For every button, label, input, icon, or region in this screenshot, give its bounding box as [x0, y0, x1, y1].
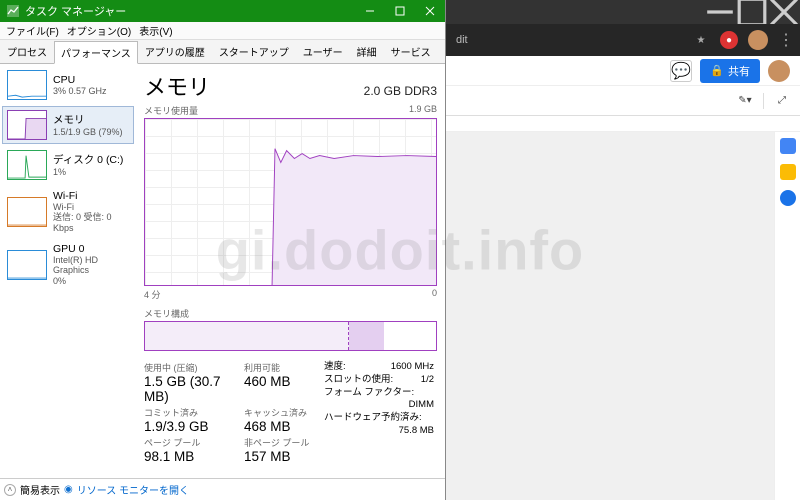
composition-label: メモリ構成	[144, 307, 437, 320]
sidebar-item-memory[interactable]: メモリ1.5/1.9 GB (79%)	[2, 106, 134, 144]
tab-details[interactable]: 詳細	[350, 40, 384, 63]
perf-main: メモリ 2.0 GB DDR3 メモリ使用量 1.9 GB 4 分 0 メモリ構…	[136, 64, 445, 478]
expand-icon[interactable]: ⤢	[772, 91, 792, 111]
stat-nonpaged: 157 MB	[244, 449, 324, 464]
gpu-sparkline	[7, 250, 47, 280]
menu-view[interactable]: 表示(V)	[135, 23, 176, 38]
stat-cached: 468 MB	[244, 419, 324, 434]
browser-avatar[interactable]	[748, 30, 768, 50]
comments-icon[interactable]: 💬	[670, 60, 692, 82]
share-label: 共有	[728, 63, 750, 79]
tab-label-fragment: dit	[456, 34, 468, 46]
resource-monitor-icon: ◉	[64, 484, 73, 495]
fewer-details-button[interactable]: 簡易表示	[20, 482, 60, 497]
wifi-sparkline	[7, 197, 47, 227]
stat-committed: 1.9/3.9 GB	[144, 419, 244, 434]
menu-options[interactable]: オプション(O)	[63, 23, 135, 38]
chart-label-usage: メモリ使用量	[144, 104, 198, 117]
stat-formfactor: DIMM	[409, 399, 434, 412]
close-icon[interactable]	[415, 0, 445, 22]
stat-speed: 1600 MHz	[391, 361, 434, 374]
stats-grid: 使用中 (圧縮)1.5 GB (30.7 MB) 利用可能460 MB 速度: …	[144, 361, 437, 464]
memory-usage-chart	[144, 118, 437, 286]
disk-sparkline	[7, 150, 47, 180]
sidebar-item-wifi[interactable]: Wi-FiWi-Fi 送信: 0 受信: 0 Kbps	[2, 186, 134, 237]
extension-icon[interactable]: ●	[720, 31, 738, 49]
titlebar[interactable]: タスク マネージャー	[0, 0, 445, 22]
task-manager-window: タスク マネージャー ファイル(F) オプション(O) 表示(V) プロセス パ…	[0, 0, 446, 500]
tab-processes[interactable]: プロセス	[0, 40, 54, 63]
tab-users[interactable]: ユーザー	[296, 40, 350, 63]
calendar-icon[interactable]	[780, 138, 796, 154]
cpu-sparkline	[7, 70, 47, 100]
stat-slots: 1/2	[421, 374, 434, 387]
app-icon	[6, 4, 20, 18]
collapse-icon[interactable]: ˄	[4, 484, 16, 496]
resource-monitor-link[interactable]: リソース モニターを開く	[77, 482, 189, 497]
tab-performance[interactable]: パフォーマンス	[54, 41, 138, 64]
sidebar-item-gpu[interactable]: GPU 0Intel(R) HD Graphics 0%	[2, 239, 134, 290]
share-button[interactable]: 🔒 共有	[700, 59, 760, 83]
os-close-icon[interactable]	[768, 0, 800, 24]
tab-app-history[interactable]: アプリの履歴	[138, 40, 212, 63]
lock-icon: 🔒	[710, 64, 724, 77]
sidebar-item-disk[interactable]: ディスク 0 (C:)1%	[2, 146, 134, 184]
os-maximize-icon[interactable]	[736, 0, 768, 24]
footer: ˄ 簡易表示 ◉ リソース モニターを開く	[0, 478, 445, 500]
star-icon[interactable]: ★	[692, 31, 710, 49]
maximize-icon[interactable]	[385, 0, 415, 22]
stat-available: 460 MB	[244, 374, 324, 389]
edit-mode-icon[interactable]: ✎▾	[735, 91, 755, 111]
menu-file[interactable]: ファイル(F)	[2, 23, 63, 38]
docs-avatar[interactable]	[768, 60, 790, 82]
tasks-icon[interactable]	[780, 190, 796, 206]
stat-paged: 98.1 MB	[144, 449, 244, 464]
memory-composition-bar	[144, 321, 437, 351]
os-minimize-icon[interactable]	[704, 0, 736, 24]
memory-spec: 2.0 GB DDR3	[364, 84, 437, 98]
stat-in-use: 1.5 GB (30.7 MB)	[144, 374, 244, 404]
side-panel	[774, 132, 800, 500]
memory-sparkline	[7, 110, 47, 140]
window-title: タスク マネージャー	[25, 3, 355, 19]
menubar: ファイル(F) オプション(O) 表示(V)	[0, 22, 445, 40]
chart-label-timerange: 4 分	[144, 288, 161, 301]
tab-services[interactable]: サービス	[384, 40, 438, 63]
keep-icon[interactable]	[780, 164, 796, 180]
chart-label-zero: 0	[432, 288, 437, 301]
sidebar-item-cpu[interactable]: CPU3% 0.57 GHz	[2, 66, 134, 104]
more-icon[interactable]: ⋮	[778, 30, 794, 50]
tabstrip: プロセス パフォーマンス アプリの履歴 スタートアップ ユーザー 詳細 サービス	[0, 40, 445, 64]
stat-hwreserved: 75.8 MB	[399, 425, 434, 438]
chart-label-max: 1.9 GB	[409, 104, 437, 117]
perf-sidebar: CPU3% 0.57 GHz メモリ1.5/1.9 GB (79%) ディスク …	[0, 64, 136, 478]
page-title: メモリ	[144, 70, 210, 102]
minimize-icon[interactable]	[355, 0, 385, 22]
tab-startup[interactable]: スタートアップ	[212, 40, 296, 63]
